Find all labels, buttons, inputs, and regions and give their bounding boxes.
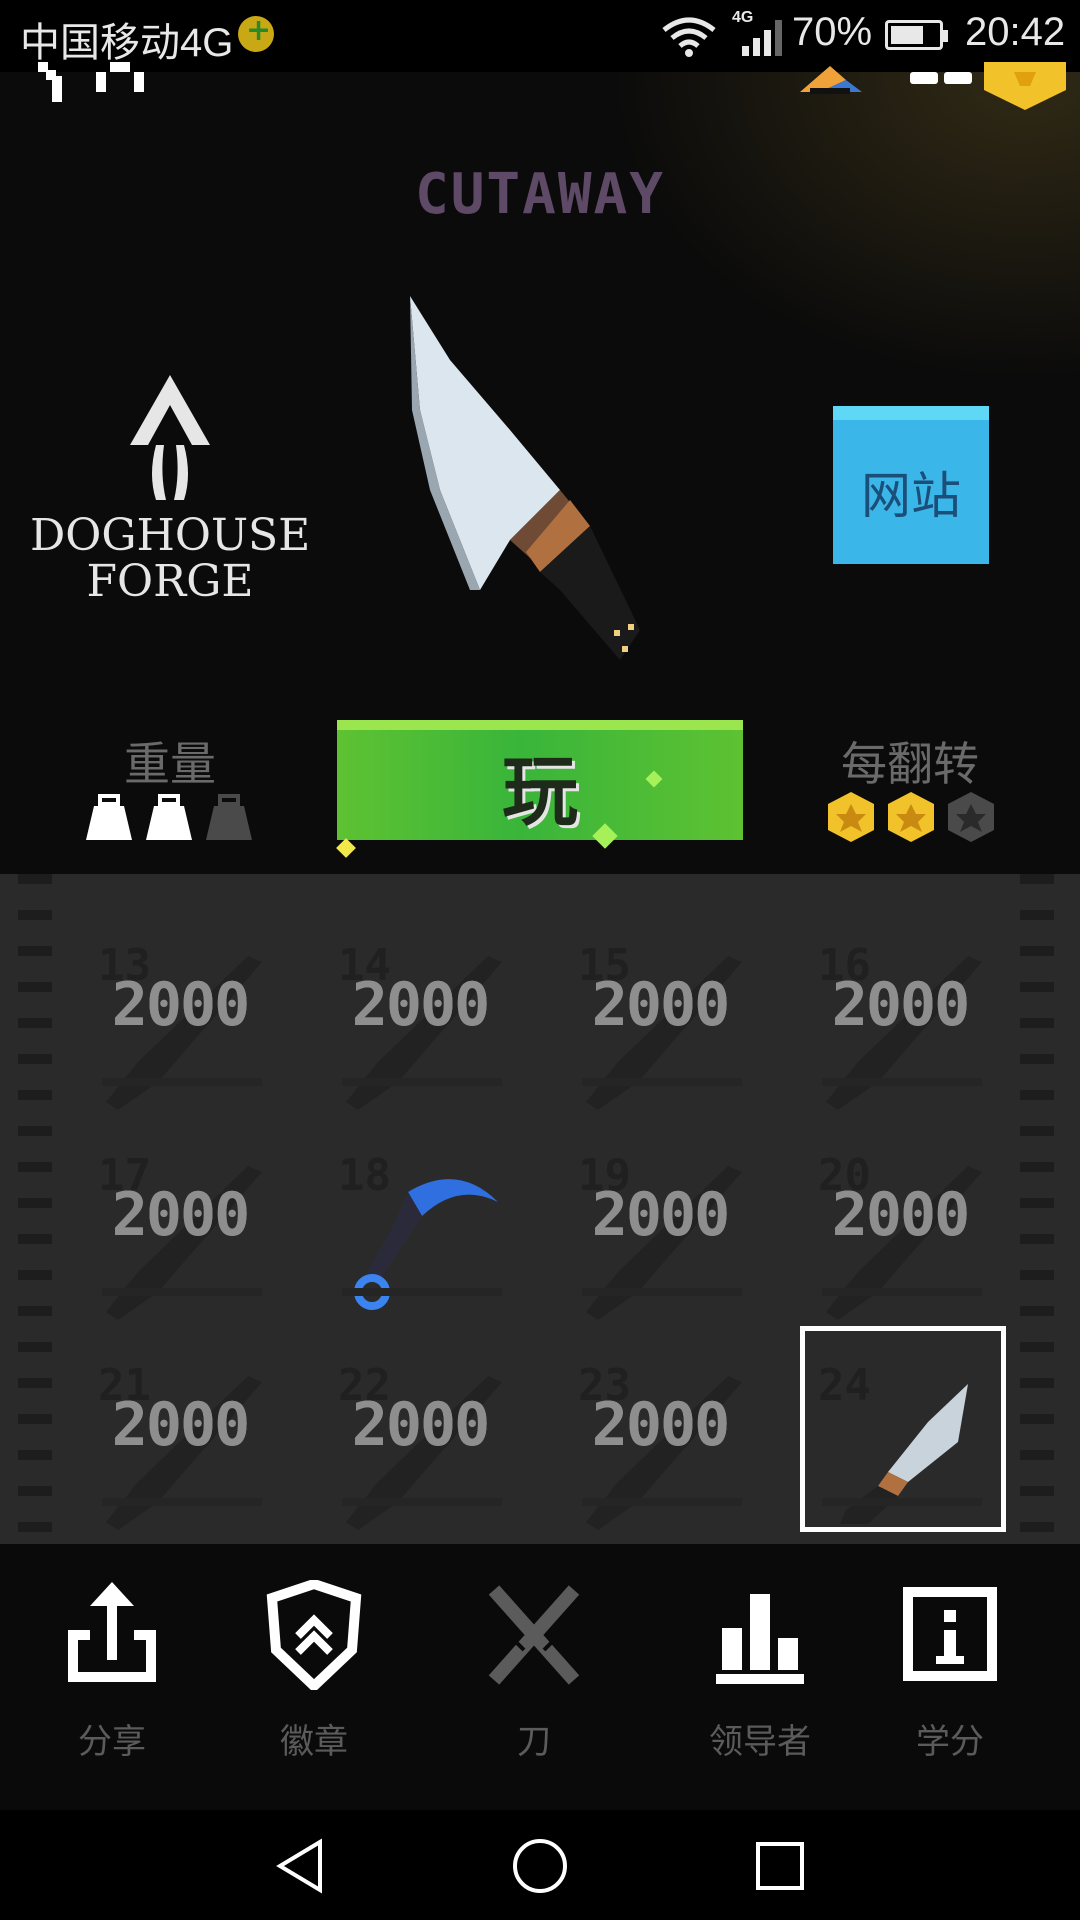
slot-price: 2000 xyxy=(591,1180,731,1250)
weight-label: 重量 xyxy=(124,737,216,791)
slot-shadow xyxy=(342,1078,502,1086)
cell-signal-icon: 4G xyxy=(732,9,782,56)
slot-price: 2000 xyxy=(831,1180,971,1250)
knife-slot[interactable]: 17 2000 xyxy=(80,1138,280,1338)
slot-shadow xyxy=(822,1288,982,1296)
weight-icon xyxy=(206,794,252,840)
slot-shadow xyxy=(822,1078,982,1086)
knife-set-icon[interactable] xyxy=(790,62,872,96)
nav-knives-label: 刀 xyxy=(517,1722,551,1762)
slot-shadow xyxy=(582,1498,742,1506)
clock: 20:42 xyxy=(965,10,1066,54)
right-rail-decoration xyxy=(1020,874,1054,1544)
menu-icon[interactable] xyxy=(910,62,972,86)
home-icon[interactable] xyxy=(96,62,144,92)
slot-shadow xyxy=(342,1498,502,1506)
nav-share-label: 分享 xyxy=(78,1722,146,1762)
back-arrow-icon[interactable] xyxy=(38,62,82,102)
weight-icon xyxy=(146,794,192,840)
carrier-name: 中国移动4G xyxy=(20,21,234,65)
knife-slot[interactable]: 19 2000 xyxy=(560,1138,760,1338)
system-recents-icon[interactable] xyxy=(750,1836,810,1896)
knife-slot[interactable]: 20 2000 xyxy=(800,1138,1000,1338)
weight-icon xyxy=(86,794,132,840)
badge-shield-icon xyxy=(266,1580,362,1690)
slot-price: 2000 xyxy=(591,1390,731,1460)
info-icon xyxy=(903,1587,997,1681)
slot-price: 2000 xyxy=(351,970,491,1040)
knife-slot[interactable]: 13 2000 xyxy=(80,928,280,1128)
flip-badge-icon xyxy=(888,792,934,842)
slot-number: 18 xyxy=(338,1150,391,1201)
trophy-badge-icon[interactable] xyxy=(984,62,1066,110)
knife-title: CUTAWAY xyxy=(414,162,665,227)
maker-name-line1: DOGHOUSE xyxy=(30,510,311,561)
nav-share[interactable]: 分享 xyxy=(22,1570,202,1770)
battery-icon xyxy=(885,20,948,50)
knife-slot[interactable]: 15 2000 xyxy=(560,928,760,1128)
sparkle-decoration xyxy=(336,838,356,858)
featured-knife-image xyxy=(410,296,640,660)
slot-price: 2000 xyxy=(831,970,971,1040)
slot-price: 2000 xyxy=(111,1390,251,1460)
slot-price: 2000 xyxy=(591,970,731,1040)
slot-shadow xyxy=(102,1288,262,1296)
battery-percent: 70% xyxy=(792,10,873,54)
slot-shadow xyxy=(582,1078,742,1086)
left-rail-decoration xyxy=(18,874,52,1544)
website-button[interactable]: 网站 xyxy=(833,406,989,564)
knife-slot[interactable]: 21 2000 xyxy=(80,1348,280,1548)
wifi-icon xyxy=(662,17,716,57)
flip-points-label: 每翻转 xyxy=(841,737,979,791)
leaderboard-icon xyxy=(716,1594,804,1684)
nav-leaderboard-label: 领导者 xyxy=(709,1722,811,1762)
nav-leaderboard[interactable]: 领导者 xyxy=(670,1570,850,1770)
play-button[interactable]: 玩 xyxy=(337,720,743,840)
knife-slot[interactable]: 22 2000 xyxy=(320,1348,520,1548)
system-home-icon[interactable] xyxy=(510,1836,570,1896)
slot-shadow xyxy=(342,1288,502,1296)
slot-price: 2000 xyxy=(351,1390,491,1460)
knife-slot[interactable]: 14 2000 xyxy=(320,928,520,1128)
knife-slot[interactable]: 18 xyxy=(320,1138,520,1338)
nav-badges-label: 徽章 xyxy=(280,1722,348,1762)
slot-shadow xyxy=(582,1288,742,1296)
selection-frame xyxy=(800,1326,1006,1532)
share-icon xyxy=(68,1582,156,1682)
carrier-app-icon xyxy=(238,13,274,52)
slot-price: 2000 xyxy=(111,970,251,1040)
flip-badge-icon xyxy=(828,792,874,842)
system-back-icon[interactable] xyxy=(270,1836,330,1896)
network-type-label: 4G xyxy=(732,9,753,26)
nav-credits[interactable]: 学分 xyxy=(860,1570,1040,1770)
knife-slot[interactable]: 23 2000 xyxy=(560,1348,760,1548)
crossed-knives-icon xyxy=(488,1585,580,1685)
nav-badges[interactable]: 徽章 xyxy=(224,1570,404,1770)
slot-shadow xyxy=(102,1078,262,1086)
slot-shadow xyxy=(102,1498,262,1506)
nav-knives[interactable]: 刀 xyxy=(444,1570,624,1770)
maker-name-line2: FORGE xyxy=(86,556,254,607)
nav-credits-label: 学分 xyxy=(916,1722,984,1762)
knife-slot[interactable]: 16 2000 xyxy=(800,928,1000,1128)
flip-badge-icon xyxy=(948,792,994,842)
slot-price: 2000 xyxy=(111,1180,251,1250)
play-label: 玩 xyxy=(502,747,578,836)
